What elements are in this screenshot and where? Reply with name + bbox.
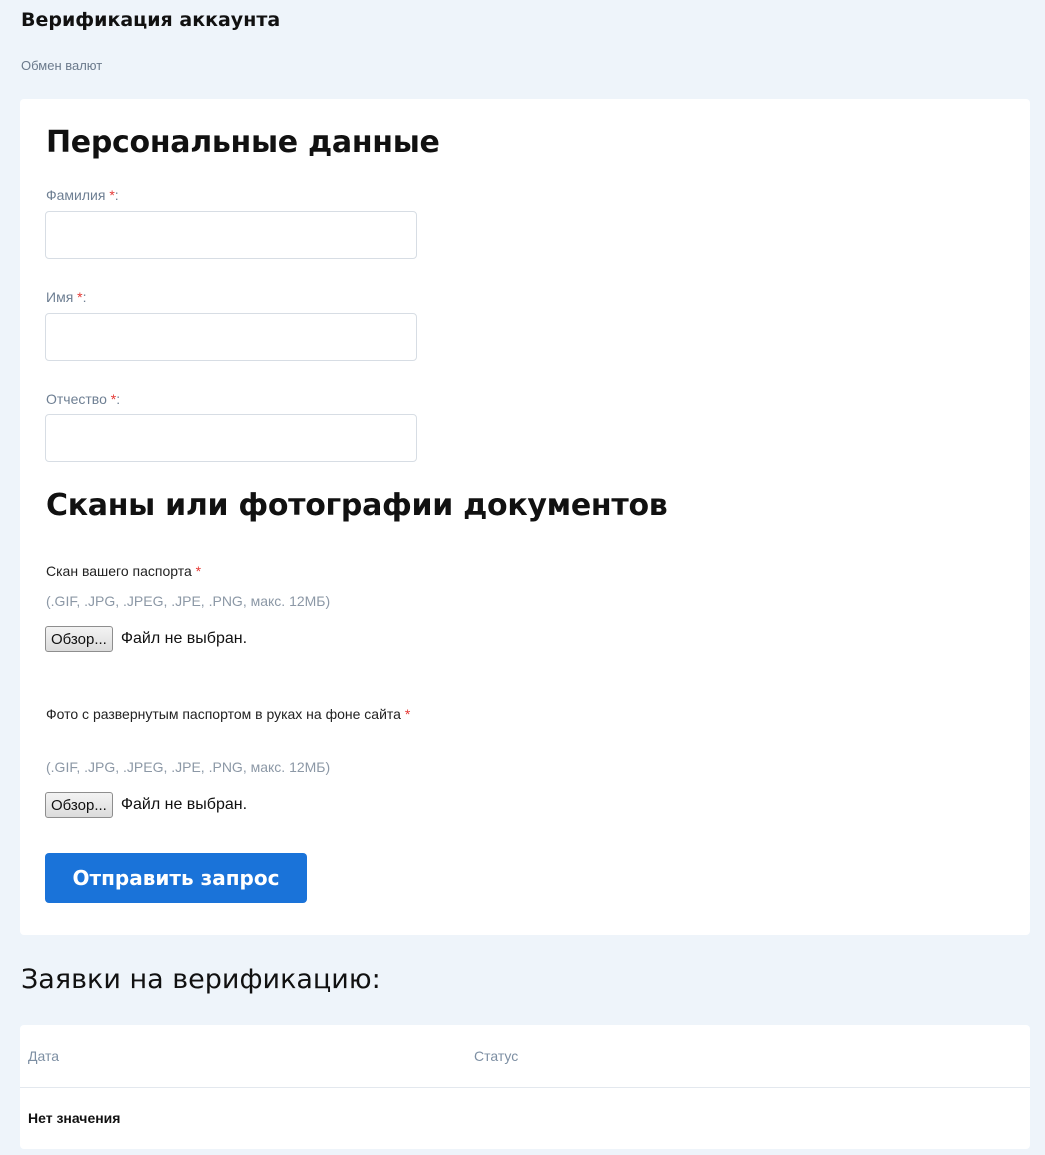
first-name-input[interactable] <box>45 313 417 361</box>
middle-name-input[interactable] <box>45 414 417 462</box>
passport-scan-label: Скан вашего паспорта * <box>46 563 202 579</box>
column-header-status: Статус <box>474 1048 519 1064</box>
browse-button[interactable]: Обзор... <box>45 626 113 652</box>
page-title: Верификация аккаунта <box>21 9 281 31</box>
empty-row-text: Нет значения <box>28 1110 121 1126</box>
personal-data-title: Персональные данные <box>46 125 440 160</box>
required-mark: * <box>404 706 411 722</box>
column-header-date: Дата <box>28 1048 60 1064</box>
passport-photo-file-input: Обзор... Файл не выбран. <box>45 792 247 818</box>
required-mark: * <box>195 563 202 579</box>
browse-button[interactable]: Обзор... <box>45 792 113 818</box>
breadcrumb[interactable]: Обмен валют <box>21 58 102 73</box>
file-status: Файл не выбран. <box>120 796 248 813</box>
passport-scan-file-input: Обзор... Файл не выбран. <box>45 626 247 652</box>
passport-photo-label: Фото с развернутым паспортом в руках на … <box>46 706 411 722</box>
middle-name-label: Отчество *: <box>46 391 121 407</box>
passport-scan-hint: (.GIF, .JPG, .JPEG, .JPE, .PNG, макс. 12… <box>46 593 331 609</box>
verification-form-card: Персональные данные Фамилия *: Имя *: От… <box>20 99 1030 935</box>
table-divider <box>20 1087 1030 1088</box>
passport-photo-hint: (.GIF, .JPG, .JPEG, .JPE, .PNG, макс. 12… <box>46 759 331 775</box>
file-status: Файл не выбран. <box>120 630 248 647</box>
first-name-label: Имя *: <box>46 289 87 305</box>
requests-title: Заявки на верификацию: <box>21 964 381 995</box>
requests-table: Дата Статус Нет значения <box>20 1025 1030 1149</box>
last-name-label: Фамилия *: <box>46 187 119 203</box>
submit-request-button[interactable]: Отправить запрос <box>45 853 307 903</box>
last-name-input[interactable] <box>45 211 417 259</box>
documents-title: Сканы или фотографии документов <box>46 488 668 523</box>
